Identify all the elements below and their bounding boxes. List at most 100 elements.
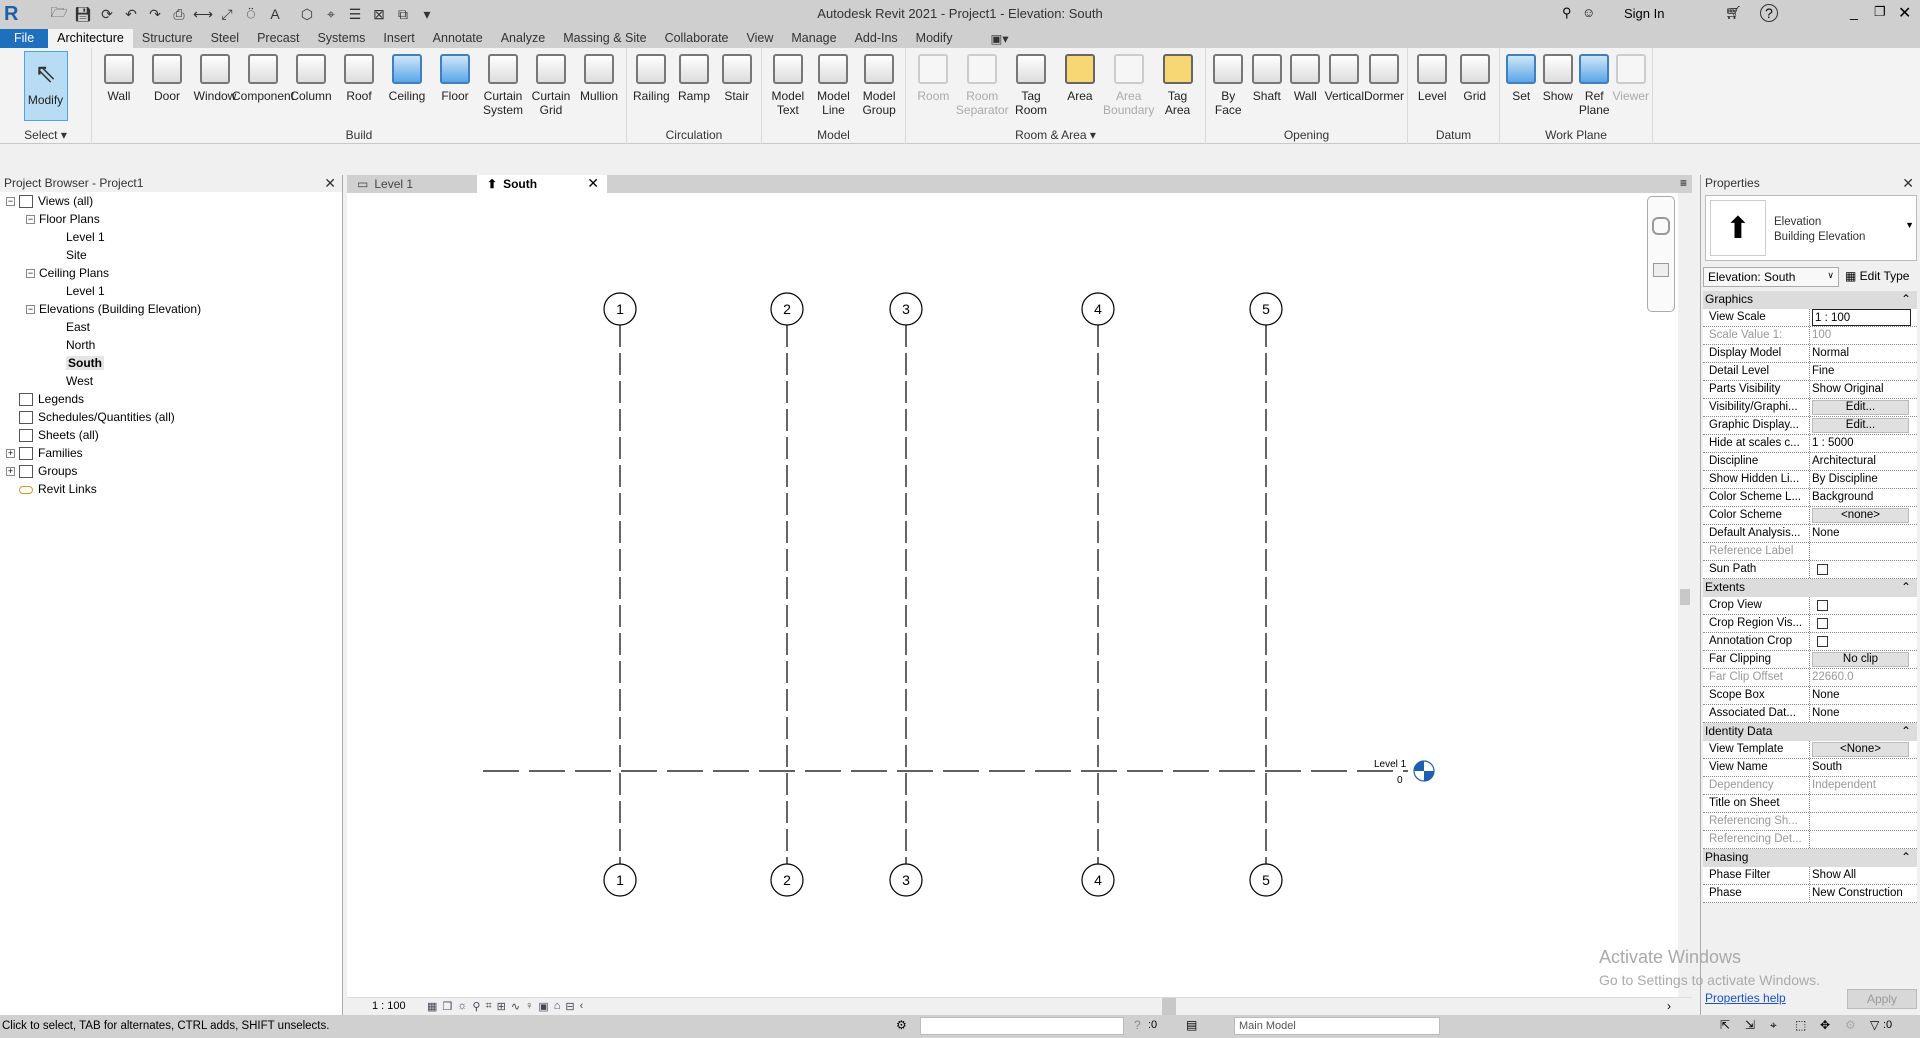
filter-icon[interactable]: ▽ <box>1870 1018 1879 1032</box>
tab-view[interactable]: View <box>738 29 783 48</box>
property-value[interactable] <box>1809 561 1911 578</box>
property-checkbox[interactable] <box>1817 636 1828 647</box>
design-option-dropdown[interactable]: Main Model <box>1234 1017 1440 1035</box>
property-value[interactable]: Architectural <box>1809 453 1911 470</box>
scroll-thumb[interactable] <box>1680 589 1690 605</box>
thin-lines-icon[interactable]: ☰ <box>346 5 364 23</box>
tree-item[interactable]: − Elevations (Building Elevation) <box>26 300 201 318</box>
property-value[interactable]: New Construction <box>1809 885 1911 902</box>
tab-modify[interactable]: Modify <box>907 29 962 48</box>
property-value[interactable]: Background <box>1809 489 1911 506</box>
zoom-region-icon[interactable] <box>1653 263 1669 277</box>
tab-massing-site[interactable]: Massing & Site <box>554 29 655 48</box>
scroll-right-icon[interactable]: › <box>1667 999 1671 1013</box>
tree-item[interactable]: Level 1 <box>66 282 105 300</box>
collapse-group-icon[interactable]: ⌃ <box>1901 723 1911 740</box>
collapse-icon[interactable]: − <box>26 215 35 225</box>
collapse-group-icon[interactable]: ⌃ <box>1901 579 1911 596</box>
horizontal-scroll-thumb[interactable] <box>1162 998 1176 1015</box>
shadows-icon[interactable]: ⚲ <box>472 1000 480 1013</box>
panel-label[interactable]: Opening <box>1206 128 1407 142</box>
temporary-view-properties-icon[interactable]: ▣ <box>538 1000 548 1013</box>
property-checkbox[interactable] <box>1817 618 1828 629</box>
steering-wheel-2d-icon[interactable] <box>1652 217 1670 235</box>
collapse-icon[interactable]: ‹ <box>580 1000 584 1013</box>
property-value[interactable]: 1 : 100 <box>1809 309 1911 326</box>
tab-analyze[interactable]: Analyze <box>492 29 554 48</box>
tree-item[interactable]: West <box>66 372 93 390</box>
tree-item[interactable]: + Families <box>6 444 83 462</box>
property-value[interactable]: Edit... <box>1809 399 1911 416</box>
customize-qat-icon[interactable]: ▾ <box>418 5 436 23</box>
select-underlay-icon[interactable]: ⇲ <box>1745 1018 1755 1032</box>
select-pinned-icon[interactable]: ⌖ <box>1770 1018 1777 1033</box>
binoculars-icon[interactable]: ⚲ <box>1562 5 1572 21</box>
property-input[interactable]: 1 : 100 <box>1812 309 1911 326</box>
tree-item[interactable]: North <box>66 336 95 354</box>
properties-help-label[interactable]: Properties help <box>1705 991 1786 1005</box>
tab-architecture[interactable]: Architecture <box>48 29 133 48</box>
group-graphics[interactable]: Graphics ⌃ <box>1703 291 1917 309</box>
property-value[interactable]: None <box>1809 705 1911 722</box>
drag-elements-icon[interactable]: ✥ <box>1820 1018 1830 1032</box>
property-value[interactable]: Show All <box>1809 867 1911 884</box>
tree-item[interactable]: − Views (all) <box>6 192 93 210</box>
tree-item[interactable]: Schedules/Quantities (all) <box>6 408 175 426</box>
collapse-group-icon[interactable]: ⌃ <box>1901 849 1911 866</box>
property-value[interactable]: No clip <box>1809 651 1911 668</box>
restore-button[interactable]: ❐ <box>1874 4 1886 20</box>
worksets-icon[interactable]: ⚙ <box>896 1018 907 1032</box>
hide-analytical-icon[interactable]: ⌂ <box>554 1000 561 1013</box>
tab-systems[interactable]: Systems <box>308 29 374 48</box>
undo-icon[interactable]: ↶ <box>122 5 140 23</box>
group-extents[interactable]: Extents ⌃ <box>1703 579 1917 597</box>
collapse-icon[interactable]: − <box>26 305 35 315</box>
aligned-dimension-icon[interactable]: ⤢ <box>218 5 236 23</box>
switch-windows-icon[interactable]: ⧉ <box>394 5 412 23</box>
view-tab-south[interactable]: ⬆ South ✕ <box>477 175 607 193</box>
tab-structure[interactable]: Structure <box>133 29 202 48</box>
collapse-icon[interactable]: − <box>26 269 35 279</box>
panel-label[interactable]: Model <box>762 128 905 142</box>
temporary-hide-icon[interactable]: ∿ <box>511 1000 520 1013</box>
redo-icon[interactable]: ↷ <box>146 5 164 23</box>
detail-level-icon[interactable]: ▦ <box>427 1000 437 1013</box>
tree-item[interactable]: East <box>66 318 90 336</box>
property-value[interactable]: None <box>1809 525 1911 542</box>
tab-collaborate[interactable]: Collaborate <box>656 29 738 48</box>
close-icon[interactable]: ✕ <box>324 175 336 192</box>
property-value[interactable]: None <box>1809 687 1911 704</box>
print-icon[interactable]: ⎙ <box>170 5 188 23</box>
property-value[interactable] <box>1809 597 1911 614</box>
panel-label[interactable]: Build <box>92 128 626 142</box>
visual-style-icon[interactable]: ❒ <box>442 1000 452 1013</box>
type-selector[interactable]: ⬆ Elevation Building Elevation ▼ <box>1705 195 1917 261</box>
property-button[interactable]: <None> <box>1812 742 1909 757</box>
property-value[interactable]: Edit... <box>1809 417 1911 434</box>
apply-button[interactable]: Apply <box>1847 989 1917 1009</box>
property-button[interactable]: Edit... <box>1812 400 1909 415</box>
property-button[interactable]: Edit... <box>1812 418 1909 433</box>
tag-icon[interactable]: ⍥ <box>242 5 260 23</box>
sun-path-icon[interactable]: ☼ <box>457 1000 467 1013</box>
close-window-button[interactable]: ✕ <box>1898 3 1911 23</box>
view-tab-level-1[interactable]: ▭ Level 1 <box>347 175 477 193</box>
tab-steel[interactable]: Steel <box>202 29 249 48</box>
property-value[interactable]: Fine <box>1809 363 1911 380</box>
3d-view-icon[interactable]: ⬡ <box>298 5 316 23</box>
tab-manage[interactable]: Manage <box>782 29 845 48</box>
tab-annotate[interactable]: Annotate <box>424 29 492 48</box>
panel-label[interactable]: Work Plane <box>1500 128 1652 142</box>
tree-item[interactable]: − Ceiling Plans <box>26 264 109 282</box>
close-icon[interactable]: ✕ <box>1902 175 1914 192</box>
instance-selector[interactable]: Elevation: South ∨ <box>1703 267 1839 287</box>
editing-requests-icon[interactable]: ? <box>1134 1018 1141 1032</box>
panel-label[interactable]: Select ▾ <box>0 128 91 142</box>
property-button[interactable]: No clip <box>1812 652 1909 667</box>
section-icon[interactable]: ⌖ <box>322 5 340 23</box>
property-value[interactable] <box>1809 633 1911 650</box>
type-dropdown-icon[interactable]: ▼ <box>1905 220 1914 230</box>
collapse-group-icon[interactable]: ⌃ <box>1901 291 1911 308</box>
property-checkbox[interactable] <box>1817 564 1828 575</box>
drawing-area[interactable]: 1 1 2 2 3 3 4 4 5 5 Level 1 0 <box>347 193 1692 997</box>
